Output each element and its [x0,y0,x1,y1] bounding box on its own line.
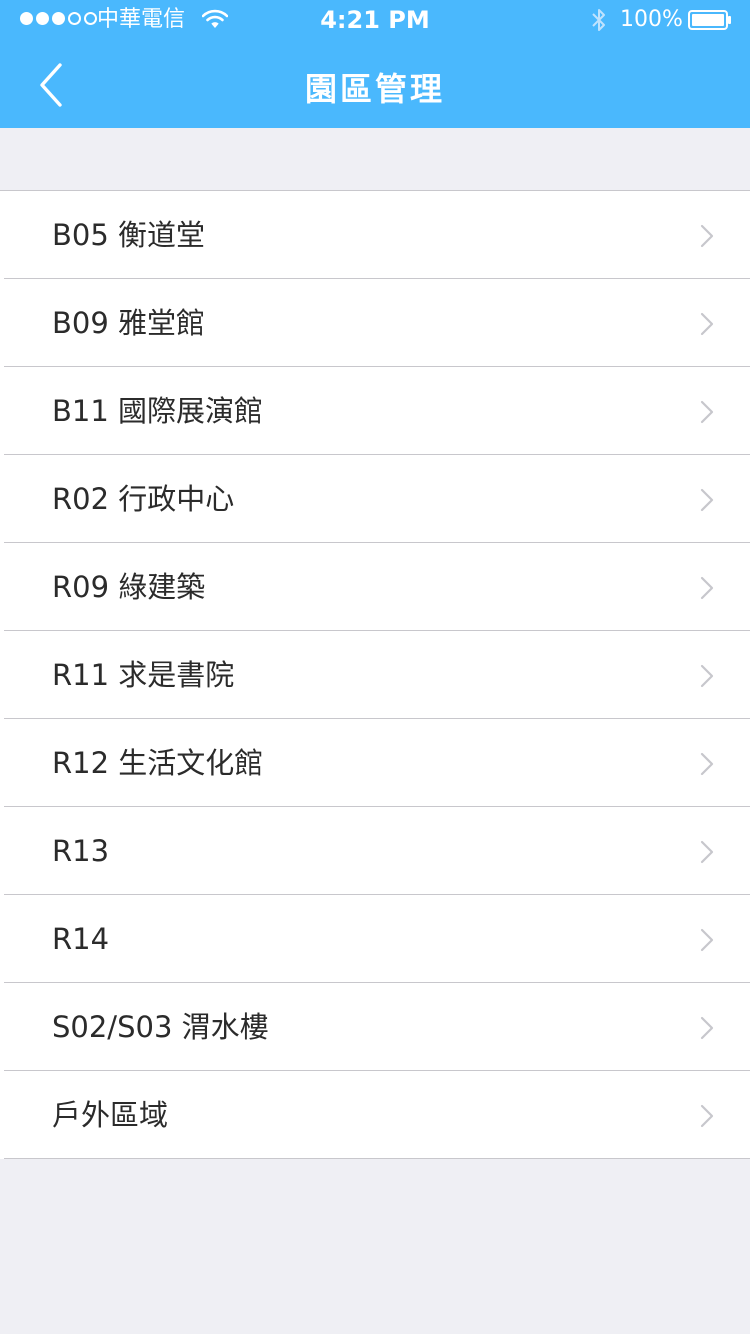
chevron-right-icon [700,840,714,864]
chevron-right-icon [700,312,714,336]
chevron-right-icon [700,400,714,424]
list-item-label: R11 求是書院 [52,658,235,692]
list-item[interactable]: B11 國際展演館 [0,367,750,455]
list-item[interactable]: R13 [0,807,750,895]
header: 中華電信 4:21 PM 100% 園區管理 [0,0,750,128]
list-item-label: B05 衡道堂 [52,218,206,252]
chevron-right-icon [700,928,714,952]
status-bar: 中華電信 4:21 PM 100% [0,0,750,40]
chevron-right-icon [700,224,714,248]
list-item[interactable]: S02/S03 渭水樓 [0,983,750,1071]
chevron-right-icon [700,1104,714,1128]
list-item[interactable]: B05 衡道堂 [0,191,750,279]
list-item-label: R14 [52,922,110,956]
page-title: 園區管理 [304,70,445,108]
list-item[interactable]: R12 生活文化館 [0,719,750,807]
list-item-label: R12 生活文化館 [52,746,264,780]
navigation-bar: 園區管理 [0,40,750,128]
bluetooth-icon [592,9,605,31]
list-item[interactable]: R02 行政中心 [0,455,750,543]
list-item-label: R13 [52,834,110,868]
list-item[interactable]: R14 [0,895,750,983]
chevron-right-icon [700,752,714,776]
list-item[interactable]: 戶外區域 [0,1071,750,1159]
chevron-right-icon [700,664,714,688]
list-item-label: B11 國際展演館 [52,394,264,428]
list-item[interactable]: B09 雅堂館 [0,279,750,367]
list-item-label: S02/S03 渭水樓 [52,1010,269,1044]
list-item-label: B09 雅堂館 [52,306,206,340]
list-item-label: R09 綠建築 [52,570,206,604]
list-item-label: 戶外區域 [52,1098,169,1132]
battery-percentage: 100% [620,7,683,32]
battery-icon [688,10,731,30]
chevron-right-icon [700,1016,714,1040]
facility-list: B05 衡道堂 B09 雅堂館 B11 國際展演館 R02 行政中心 R09 綠建築 R1… [0,190,750,1159]
list-item[interactable]: R09 綠建築 [0,543,750,631]
chevron-right-icon [700,488,714,512]
chevron-right-icon [700,576,714,600]
list-item[interactable]: R11 求是書院 [0,631,750,719]
list-item-label: R02 行政中心 [52,482,235,516]
